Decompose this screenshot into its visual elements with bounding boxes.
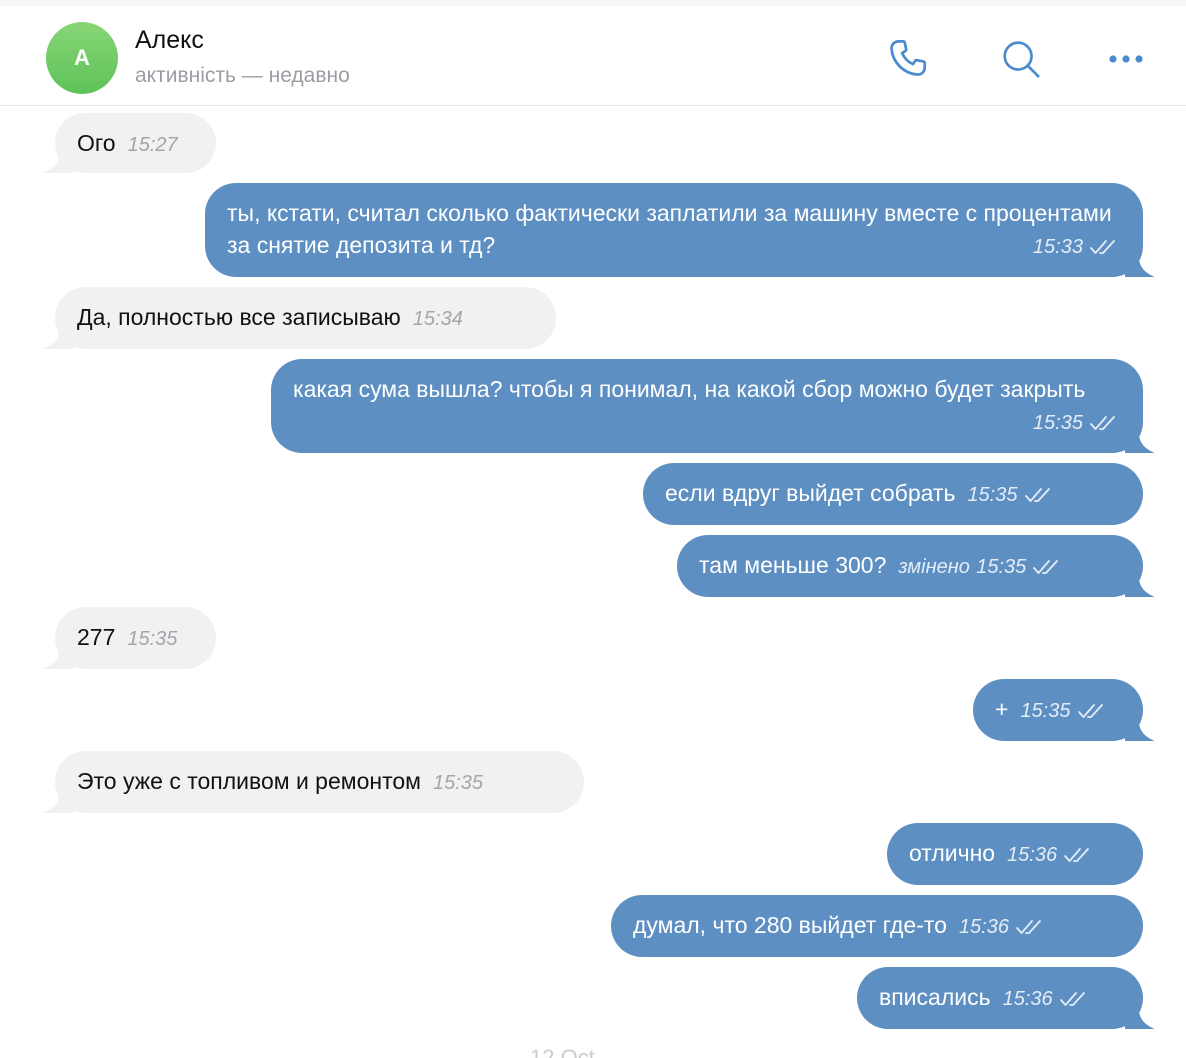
message-time: 15:35	[432, 772, 484, 794]
contact-status: активність — недавно	[135, 64, 350, 87]
double-check-icon	[1090, 416, 1115, 430]
search-button[interactable]	[996, 34, 1046, 84]
message-time: 15:35	[967, 484, 1018, 506]
double-check-icon	[1064, 848, 1090, 862]
message-time: 15:33	[1032, 236, 1083, 258]
message-incoming[interactable]: Да, полностью все записываю 15:34	[43, 287, 556, 349]
message-time: 15:34	[412, 308, 463, 330]
message-text: там меньше 300?	[699, 552, 887, 578]
message-text: вписались	[879, 984, 991, 1010]
more-icon	[1109, 55, 1143, 63]
message-time: 15:35	[976, 556, 1027, 578]
message-bubble: если вдруг выйдет собрать 15:35	[643, 463, 1143, 525]
message-bubble: думал, что 280 выйдет где-то 15:36	[611, 895, 1143, 957]
double-check-icon	[1059, 992, 1085, 1006]
message-text: Это уже с топливом и ремонтом	[77, 768, 421, 794]
message-bubble: какая сума вышла? чтобы я понимал, на ка…	[271, 359, 1143, 453]
message-text: +	[995, 696, 1009, 722]
double-check-icon	[1090, 240, 1115, 254]
double-check-icon	[1016, 920, 1041, 934]
double-check-icon	[1033, 560, 1059, 574]
message-text: ты, кстати, считал сколько фактически за…	[227, 200, 1112, 258]
message-time: 15:36	[958, 916, 1009, 938]
message-incoming[interactable]: Это уже с топливом и ремонтом 15:35	[43, 751, 584, 813]
message-bubble: Да, полностью все записываю 15:34	[55, 287, 556, 349]
message-bubble: Ого 15:27	[55, 113, 216, 173]
call-button[interactable]	[884, 34, 934, 84]
message-time: 15:35	[127, 628, 178, 650]
phone-icon	[890, 40, 927, 76]
message-outgoing[interactable]: там меньше 300? змінено 15:35	[677, 535, 1155, 597]
message-bubble: +15:35	[973, 679, 1143, 741]
message-bubble: там меньше 300? змінено 15:35	[677, 535, 1143, 597]
message-text: 277	[77, 624, 116, 650]
message-outgoing[interactable]: думал, что 280 выйдет где-то 15:36	[611, 895, 1143, 957]
message-text: если вдруг выйдет собрать	[665, 480, 956, 506]
double-check-icon	[1077, 704, 1103, 718]
message-text: думал, что 280 выйдет где-то	[633, 912, 947, 938]
search-icon	[1003, 41, 1040, 78]
message-outgoing[interactable]: +15:35	[973, 679, 1155, 741]
message-outgoing[interactable]: вписались 15:36	[857, 967, 1155, 1029]
message-bubble: ты, кстати, считал сколько фактически за…	[205, 183, 1143, 277]
message-outgoing[interactable]: если вдруг выйдет собрать 15:35	[643, 463, 1143, 525]
contact-name[interactable]: Алекс	[135, 26, 204, 55]
double-check-icon	[1024, 488, 1050, 502]
message-incoming[interactable]: Ого 15:27	[43, 113, 216, 173]
message-bubble: вписались 15:36	[857, 967, 1143, 1029]
message-text: какая сума вышла? чтобы я понимал, на ка…	[293, 376, 1086, 402]
chat-header: A Алекс активність — недавно	[0, 6, 1186, 106]
avatar[interactable]: A	[46, 22, 118, 94]
message-bubble: отлично 15:36	[887, 823, 1143, 885]
message-outgoing[interactable]: какая сума вышла? чтобы я понимал, на ка…	[271, 359, 1155, 453]
message-incoming[interactable]: 277 15:35	[43, 607, 216, 669]
message-bubble: Это уже с топливом и ремонтом 15:35	[55, 751, 584, 813]
message-text: Да, полностью все записываю	[77, 304, 401, 330]
date-separator: 12 Oct	[530, 1046, 595, 1058]
message-outgoing[interactable]: отлично 15:36	[887, 823, 1143, 885]
message-time: 15:36	[1007, 844, 1058, 866]
more-button[interactable]	[1101, 34, 1151, 84]
message-time: 15:35	[1032, 412, 1083, 434]
message-bubble: 277 15:35	[55, 607, 216, 669]
message-time: 15:35	[1020, 700, 1071, 722]
message-outgoing[interactable]: ты, кстати, считал сколько фактически за…	[205, 183, 1155, 277]
edited-label: змінено	[898, 556, 970, 578]
message-time: 15:27	[127, 134, 178, 156]
message-text: отлично	[909, 840, 996, 866]
message-text: Ого	[77, 130, 116, 156]
message-time: 15:36	[1002, 988, 1053, 1010]
